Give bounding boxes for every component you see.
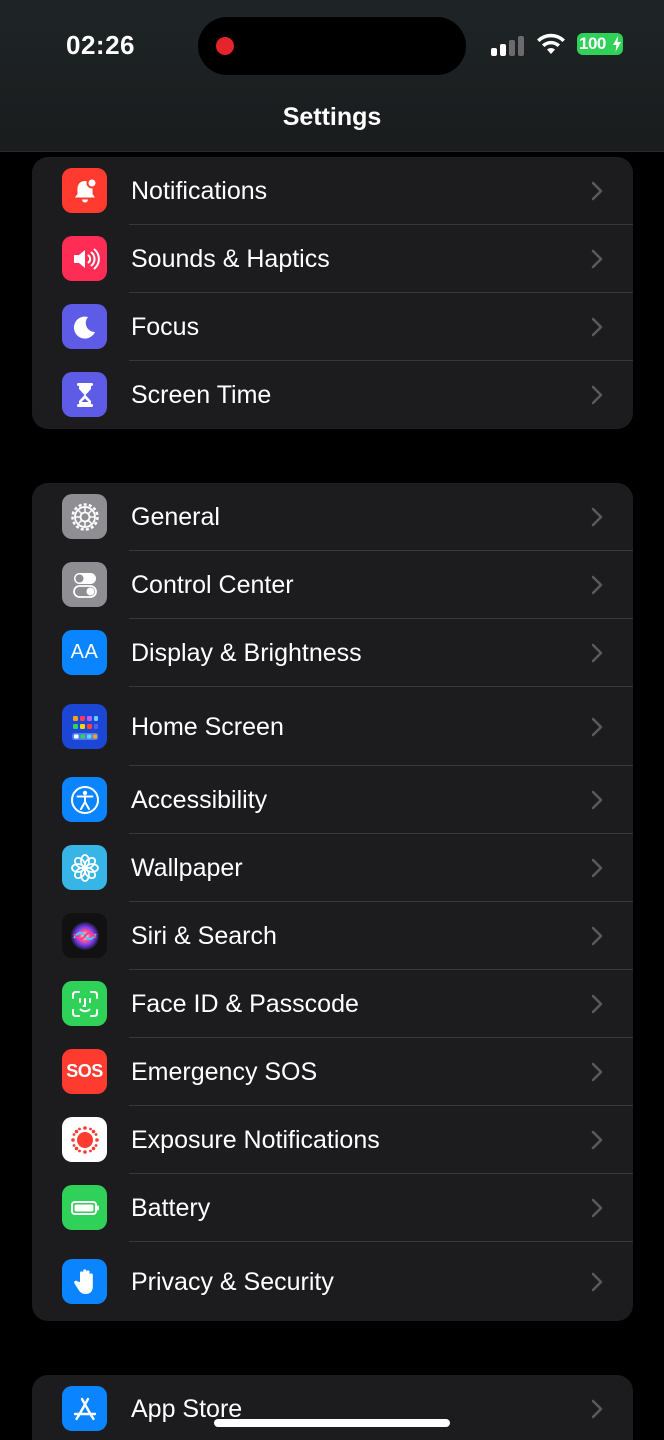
general-icon-tile [62,494,107,539]
settings-row-label: Control Center [131,571,294,599]
flower-icon [70,853,99,882]
settings-row-exposure-notifications[interactable]: Exposure Notifications [32,1106,633,1174]
chevron-right-icon [591,249,603,269]
hand-icon [73,1268,93,1294]
face-id-icon [71,990,98,1017]
screen-time-icon-tile [62,372,107,417]
settings-row-label: Home Screen [131,713,284,741]
chevron-right-icon [591,1399,603,1419]
settings-group-3: App Store [32,1375,633,1440]
chevron-right-icon [591,1272,603,1292]
home-indicator[interactable] [214,1419,450,1427]
battery-icon-tile [62,1185,107,1230]
wallpaper-icon-tile [62,845,107,890]
wifi-icon [537,33,565,54]
charging-bolt-icon [613,36,621,52]
chevron-right-icon [591,507,603,527]
settings-row-label: Screen Time [131,381,272,409]
home-screen-icon-tile [62,704,107,749]
settings-row-label: Face ID & Passcode [131,990,359,1018]
settings-row-focus[interactable]: Focus [32,293,633,361]
chevron-right-icon [591,575,603,595]
chevron-right-icon [591,717,603,737]
app-grid-icon [71,715,98,740]
face-id-icon-tile [62,981,107,1026]
settings-row-label: General [131,503,220,531]
app-store-icon-tile [62,1386,107,1431]
settings-row-siri-search[interactable]: Siri & Search [32,902,633,970]
hourglass-icon [76,382,93,407]
accessibility-icon [70,785,99,814]
dynamic-island[interactable] [198,17,466,75]
chevron-right-icon [591,1198,603,1218]
exposure-icon-tile [62,1117,107,1162]
emergency-sos-icon-tile: SOS [62,1049,107,1094]
settings-row-label: Sounds & Haptics [131,245,330,273]
settings-row-privacy-security[interactable]: Privacy & Security [32,1242,633,1321]
settings-row-label: Privacy & Security [131,1268,334,1296]
battery-indicator: 100 [577,33,623,55]
cellular-signal-icon [491,36,527,56]
settings-row-face-id-passcode[interactable]: Face ID & Passcode [32,970,633,1038]
page-title: Settings [282,103,382,131]
toggles-icon [72,572,97,598]
settings-group-1: Notifications Sounds & Haptics Focus Scr… [32,157,633,429]
focus-icon-tile [62,304,107,349]
privacy-icon-tile [62,1259,107,1304]
settings-row-label: Display & Brightness [131,639,362,667]
settings-row-label: Exposure Notifications [131,1126,380,1154]
settings-row-app-store[interactable]: App Store [32,1375,633,1440]
settings-group-2: General Control Center AA Display & Brig… [32,483,633,1321]
settings-row-wallpaper[interactable]: Wallpaper [32,834,633,902]
chevron-right-icon [591,317,603,337]
gear-icon [70,502,99,531]
battery-level: 100 [579,34,606,53]
navigation-header: 02:26 100 Settings [0,0,664,152]
chevron-right-icon [591,926,603,946]
sos-icon: SOS [66,1061,103,1081]
settings-row-home-screen[interactable]: Home Screen [32,687,633,766]
settings-row-label: Emergency SOS [131,1058,318,1086]
settings-row-emergency-sos[interactable]: SOS Emergency SOS [32,1038,633,1106]
settings-row-screen-time[interactable]: Screen Time [32,361,633,429]
speaker-wave-icon [73,248,100,269]
control-center-icon-tile [62,562,107,607]
sounds-icon-tile [62,236,107,281]
settings-row-label: Battery [131,1194,211,1222]
chevron-right-icon [591,385,603,405]
app-store-icon [73,1397,96,1420]
chevron-right-icon [591,1130,603,1150]
siri-icon-tile [62,913,107,958]
accessibility-icon-tile [62,777,107,822]
chevron-right-icon [591,994,603,1014]
settings-row-label: Focus [131,313,200,341]
moon-icon [73,316,95,339]
settings-row-control-center[interactable]: Control Center [32,551,633,619]
siri-icon [70,921,99,950]
settings-row-accessibility[interactable]: Accessibility [32,766,633,834]
settings-row-notifications[interactable]: Notifications [32,157,633,225]
notifications-icon-tile [62,168,107,213]
settings-row-label: Notifications [131,177,268,205]
settings-row-display-brightness[interactable]: AA Display & Brightness [32,619,633,687]
settings-row-label: Accessibility [131,786,268,814]
display-icon-tile: AA [62,630,107,675]
exposure-icon [70,1125,99,1154]
recording-indicator [216,37,234,55]
text-size-icon: AA [70,641,99,663]
settings-row-label: Wallpaper [131,854,243,882]
chevron-right-icon [591,858,603,878]
settings-row-battery[interactable]: Battery [32,1174,633,1242]
settings-row-label: Siri & Search [131,922,277,950]
battery-icon [70,1200,99,1215]
chevron-right-icon [591,790,603,810]
settings-row-general[interactable]: General [32,483,633,551]
bell-badge-icon [74,177,97,202]
chevron-right-icon [591,643,603,663]
status-time: 02:26 [66,30,135,60]
chevron-right-icon [591,181,603,201]
chevron-right-icon [591,1062,603,1082]
settings-row-sounds-haptics[interactable]: Sounds & Haptics [32,225,633,293]
